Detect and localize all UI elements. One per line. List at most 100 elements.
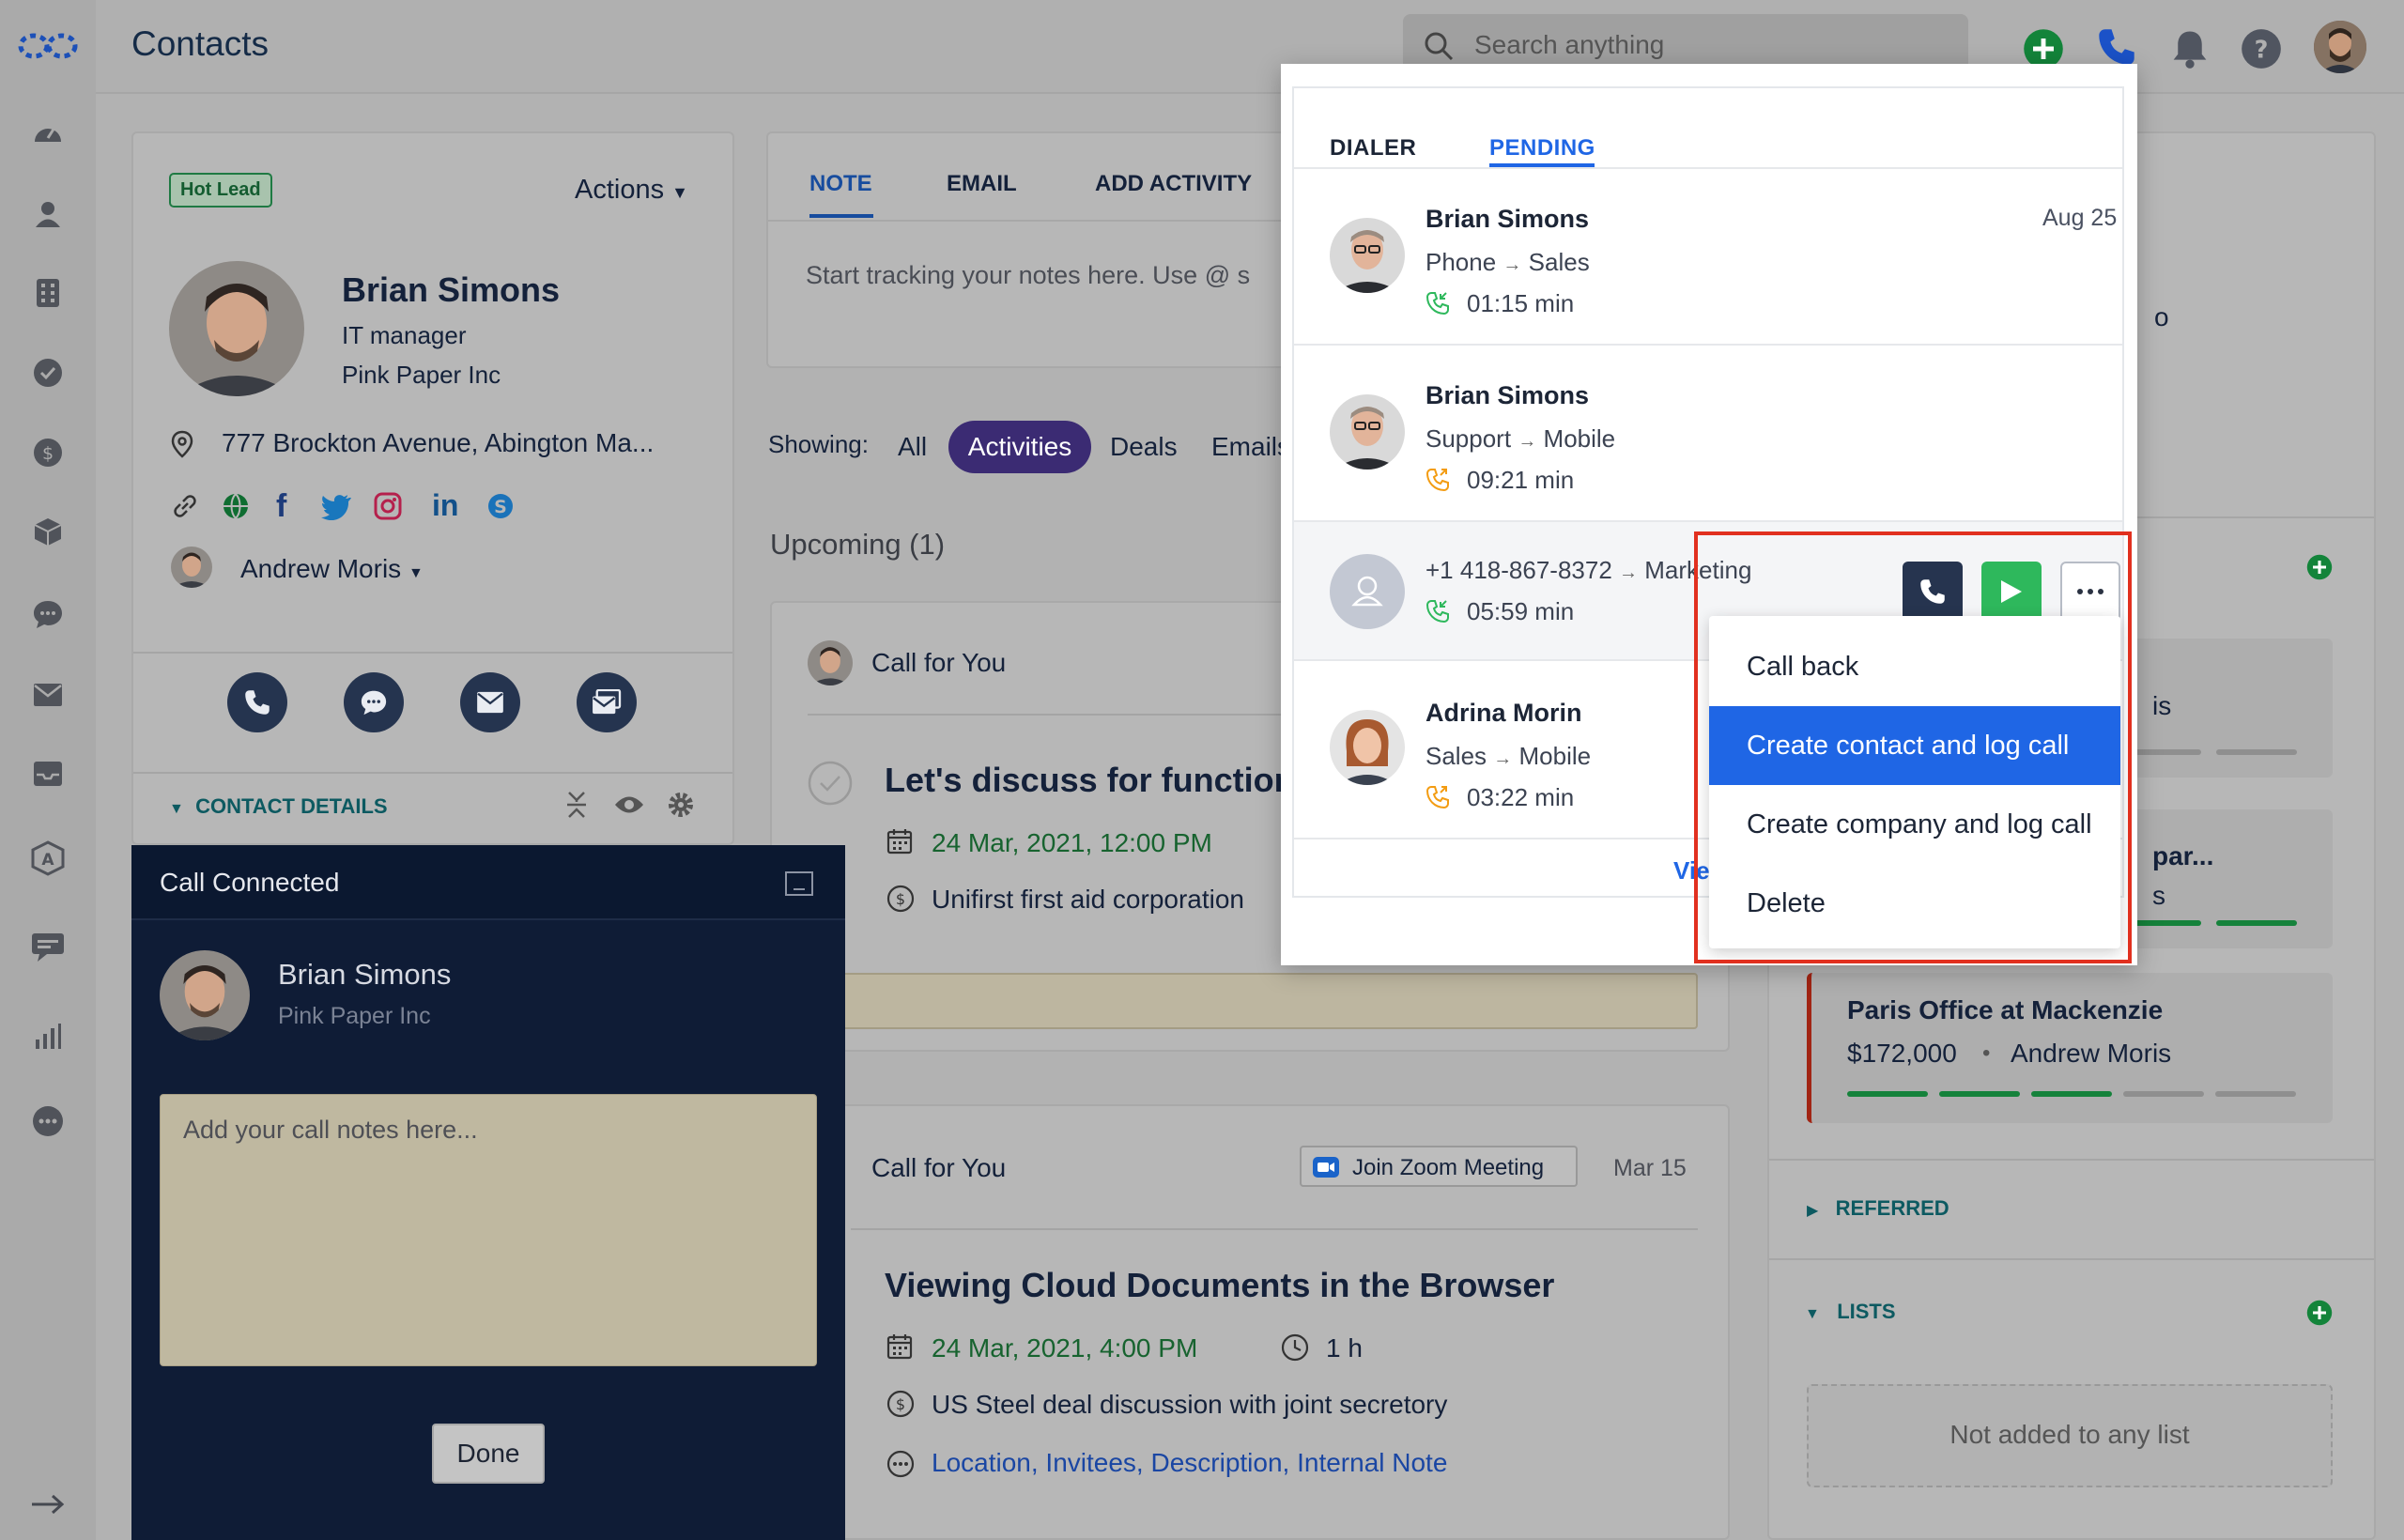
more-apps-icon[interactable]	[27, 1101, 69, 1142]
stage-bar	[1939, 1091, 2020, 1097]
activity-title[interactable]: Viewing Cloud Documents in the Browser	[885, 1266, 1554, 1305]
arrow-right-icon: →	[1493, 748, 1513, 769]
add-deal-icon[interactable]	[2306, 554, 2333, 580]
actions-dropdown[interactable]: Actions ▼	[575, 175, 688, 206]
stage-bar	[1847, 1091, 1928, 1097]
filter-deals[interactable]: Deals	[1110, 432, 1178, 462]
help-icon[interactable]: ?	[2241, 28, 2282, 69]
tasks-icon[interactable]	[27, 352, 69, 393]
caller-company: Pink Paper Inc	[278, 1003, 431, 1029]
conversations-icon[interactable]	[27, 927, 69, 968]
lists-toggle[interactable]: ▼ LISTS	[1805, 1300, 1896, 1324]
call-contact-button[interactable]	[227, 672, 287, 732]
contact-card: Hot Lead Actions ▼ Brian Simons IT manag…	[131, 131, 734, 845]
upcoming-heading: Upcoming (1)	[770, 528, 946, 561]
mark-complete-checkbox-icon[interactable]	[808, 761, 853, 806]
stage-bar	[2215, 1091, 2296, 1097]
incoming-call-icon	[1425, 292, 1449, 316]
done-button[interactable]: Done	[432, 1424, 545, 1484]
deal-card[interactable]: Paris Office at Mackenzie $172,000 • And…	[1807, 973, 2333, 1123]
tab-dialer[interactable]: DIALER	[1330, 135, 1416, 162]
caller-avatar	[160, 950, 250, 1040]
activity-date: 24 Mar, 2021, 12:00 PM	[932, 828, 1212, 857]
join-zoom-button[interactable]: Join Zoom Meeting	[1300, 1146, 1578, 1187]
call-duration: 09:21 min	[1467, 466, 1575, 494]
call-widget-title: Call Connected	[160, 868, 340, 897]
filter-emails[interactable]: Emails	[1211, 432, 1290, 462]
tab-pending[interactable]: PENDING	[1489, 135, 1595, 162]
caret-right-icon: ▶	[1807, 1203, 1819, 1219]
outgoing-call-icon	[1425, 786, 1449, 809]
activity-duration: 1 h	[1326, 1333, 1363, 1363]
page-title: Contacts	[131, 24, 270, 63]
unknown-caller-avatar	[1330, 554, 1405, 629]
activity-company[interactable]: Unifirst first aid corporation	[932, 885, 1244, 915]
skype-icon[interactable]: S	[486, 492, 515, 520]
bulk-email-button[interactable]	[577, 672, 637, 732]
products-icon[interactable]	[27, 511, 69, 552]
filter-activities[interactable]: Activities	[948, 421, 1091, 473]
join-zoom-label: Join Zoom Meeting	[1352, 1155, 1545, 1180]
reports-icon[interactable]	[27, 1016, 69, 1057]
facebook-icon[interactable]: f	[276, 488, 286, 525]
app-logo-icon[interactable]	[15, 25, 81, 67]
deals-icon[interactable]: $	[27, 432, 69, 473]
caret-down-icon: ▼	[408, 565, 424, 581]
stage-bar	[2126, 920, 2201, 926]
instagram-icon[interactable]	[374, 492, 402, 520]
mail-icon[interactable]	[27, 674, 69, 716]
call-notes-input[interactable]: Add your call notes here...	[160, 1094, 817, 1366]
activity-more-link[interactable]: Location, Invitees, Description, Interna…	[932, 1448, 1447, 1478]
separator-dot: •	[1982, 1040, 1991, 1066]
activity-company[interactable]: US Steel deal discussion with joint secr…	[932, 1390, 1447, 1420]
pending-call-row[interactable]: Brian Simons Support → Mobile 09:21 min	[1294, 346, 2122, 522]
minimize-icon[interactable]	[785, 871, 813, 896]
expand-sidebar-icon[interactable]	[27, 1484, 69, 1525]
user-avatar[interactable]	[2314, 21, 2366, 73]
activity-note-input[interactable]	[806, 973, 1698, 1029]
owner-dropdown[interactable]: Andrew Moris ▼	[240, 554, 424, 584]
twitter-icon[interactable]	[321, 494, 351, 520]
chat-icon[interactable]	[27, 593, 69, 635]
contacts-icon[interactable]	[27, 193, 69, 235]
svg-text:?: ?	[2255, 36, 2269, 64]
call-route: Phone → Sales	[1425, 248, 1590, 277]
show-hide-eye-icon[interactable]	[614, 794, 644, 815]
activity-type: Call for You	[871, 1153, 1007, 1182]
phone-dialer-icon[interactable]	[2096, 26, 2137, 68]
collapse-all-icon[interactable]	[565, 791, 588, 819]
sms-contact-button[interactable]	[344, 672, 404, 732]
call-duration: 05:59 min	[1467, 597, 1575, 625]
call-date: Aug 25	[2042, 205, 2118, 231]
inbox-icon[interactable]	[27, 753, 69, 794]
add-to-list-icon[interactable]	[2306, 1300, 2333, 1326]
settings-gear-icon[interactable]	[667, 791, 695, 819]
filter-all[interactable]: All	[898, 432, 927, 462]
dashboard-icon[interactable]	[27, 111, 69, 152]
zoom-video-icon	[1313, 1157, 1339, 1178]
email-contact-button[interactable]	[460, 672, 520, 732]
lists-empty-state: Not added to any list	[1807, 1384, 2333, 1487]
notification-bell-icon[interactable]	[2169, 28, 2211, 69]
tab-note[interactable]: NOTE	[809, 171, 872, 197]
contact-details-toggle[interactable]: ▼ CONTACT DETAILS	[169, 794, 388, 819]
highlight-box	[1694, 531, 2132, 963]
activity-item: Call for You Join Zoom Meeting Mar 15 Vi…	[770, 1104, 1730, 1540]
call-notes-placeholder: Add your call notes here...	[183, 1116, 478, 1144]
actions-label: Actions	[575, 175, 665, 205]
call-name: Brian Simons	[1425, 205, 1590, 233]
automation-icon[interactable]: A	[27, 838, 69, 879]
contact-name: Brian Simons	[342, 270, 561, 309]
calendar-icon	[886, 829, 913, 855]
pending-call-row[interactable]: Brian Simons Phone → Sales 01:15 min Aug…	[1294, 169, 2122, 346]
note-input[interactable]: Start tracking your notes here. Use @ s	[806, 261, 1250, 290]
linkedin-icon[interactable]: in	[432, 488, 458, 523]
activity-title[interactable]: Let's discuss for function	[885, 761, 1295, 800]
companies-icon[interactable]	[27, 272, 69, 314]
referred-toggle[interactable]: ▶ REFERRED	[1807, 1196, 1949, 1221]
website-globe-icon[interactable]	[222, 492, 250, 520]
stage-bar	[2123, 1091, 2204, 1097]
tab-email[interactable]: EMAIL	[947, 171, 1017, 197]
tab-add-activity[interactable]: ADD ACTIVITY	[1095, 171, 1252, 197]
link-icon[interactable]	[171, 492, 199, 520]
